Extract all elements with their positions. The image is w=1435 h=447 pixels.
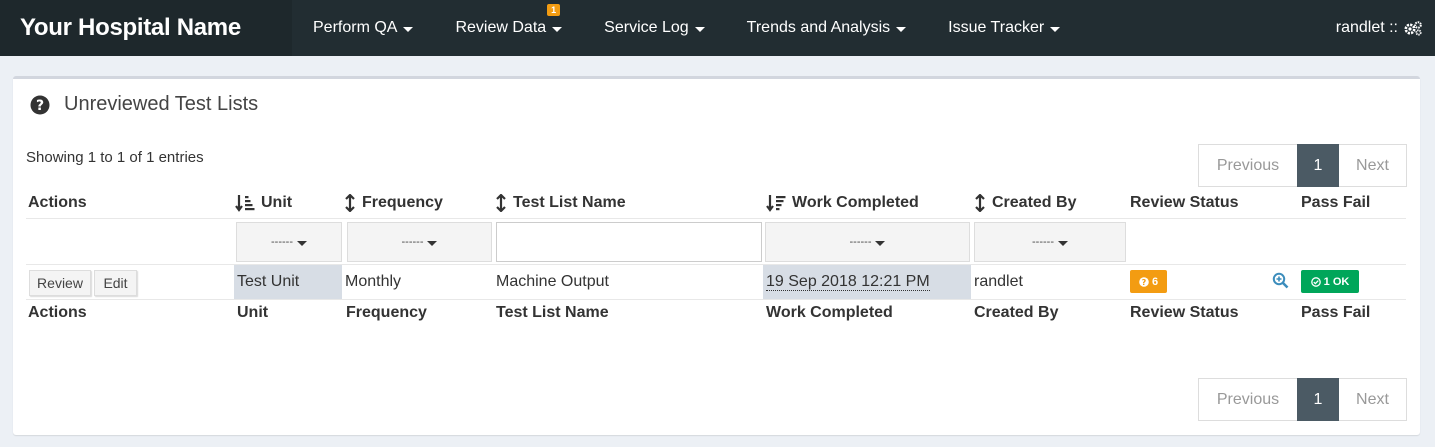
next-page-button[interactable]: Next: [1339, 144, 1407, 187]
work-completed-filter-select[interactable]: ------: [765, 222, 970, 262]
nav-perform-qa[interactable]: Perform QA: [292, 0, 434, 56]
cell-unit: Test Unit: [234, 265, 342, 299]
review-button[interactable]: Review: [29, 270, 91, 296]
footer-frequency: Frequency: [346, 304, 427, 321]
pagination-top: Previous 1 Next: [1198, 144, 1407, 187]
header-pass-fail: Pass Fail: [1301, 194, 1371, 211]
work-completed-date[interactable]: 19 Sep 2018 12:21 PM: [766, 273, 930, 291]
header-created-by-label: Created By: [992, 194, 1077, 211]
frequency-filter-value: ------: [401, 236, 424, 248]
nav-perform-qa-label: Perform QA: [313, 19, 398, 36]
caret-down-icon: [896, 26, 907, 32]
user-name: randlet ::: [1335, 19, 1398, 36]
user-menu[interactable]: randlet ::: [1336, 0, 1423, 56]
footer-created-by: Created By: [974, 304, 1059, 321]
header-divider: [26, 218, 1406, 219]
sort-both-icon: [496, 194, 506, 212]
check-circle-icon: [1310, 276, 1321, 287]
header-work-completed-label: Work Completed: [792, 194, 919, 211]
panel-title: ? Unreviewed Test Lists: [30, 93, 258, 116]
filter-divider: [26, 264, 1406, 265]
cell-work-completed: 19 Sep 2018 12:21 PM: [763, 265, 971, 299]
work-completed-filter-value: ------: [849, 236, 872, 248]
unit-filter-select[interactable]: ------: [236, 222, 342, 262]
header-test-list-name[interactable]: Test List Name: [495, 194, 626, 212]
footer-unit: Unit: [237, 304, 269, 321]
nav-service-log-label: Service Log: [604, 19, 689, 36]
test-list-name-filter-input[interactable]: [496, 222, 762, 262]
entries-info: Showing 1 to 1 of 1 entries: [26, 149, 204, 166]
cogs-icon: [1404, 21, 1422, 36]
edit-button[interactable]: Edit: [94, 270, 137, 296]
header-frequency-label: Frequency: [362, 194, 443, 211]
cell-created-by: randlet: [974, 273, 1023, 290]
unreviewed-test-lists-panel: ? Unreviewed Test Lists Showing 1 to 1 o…: [13, 76, 1420, 435]
question-circle-icon: ?: [1139, 276, 1149, 287]
sort-descending-icon: [766, 195, 786, 212]
nav-trends-analysis[interactable]: Trends and Analysis: [726, 0, 927, 56]
caret-down-icon: [552, 26, 563, 32]
brand-logo[interactable]: Your Hospital Name: [0, 0, 292, 56]
zoom-in-icon[interactable]: [1272, 272, 1289, 289]
frequency-filter-select[interactable]: ------: [347, 222, 492, 262]
header-work-completed[interactable]: Work Completed: [766, 194, 919, 212]
created-by-filter-value: ------: [1032, 236, 1054, 248]
cell-test-list-name: Machine Output: [496, 273, 609, 290]
pass-fail-badge: 1 OK: [1301, 270, 1359, 293]
footer-test-list-name: Test List Name: [496, 304, 609, 321]
footer-actions: Actions: [28, 304, 87, 321]
review-status-badge: ? 6: [1130, 270, 1167, 293]
previous-page-button[interactable]: Previous: [1198, 378, 1297, 421]
panel-title-text: Unreviewed Test Lists: [64, 93, 259, 115]
pagination-bottom: Previous 1 Next: [1198, 378, 1407, 421]
caret-down-icon: [296, 240, 307, 246]
row-divider: [26, 299, 1406, 300]
nav-issue-tracker-label: Issue Tracker: [948, 19, 1045, 36]
next-page-button[interactable]: Next: [1339, 378, 1407, 421]
caret-down-icon: [1050, 26, 1061, 32]
caret-down-icon: [1057, 240, 1068, 246]
header-created-by[interactable]: Created By: [974, 194, 1076, 212]
top-navbar: Your Hospital Name Perform QA Review Dat…: [0, 0, 1435, 56]
caret-down-icon: [403, 26, 414, 32]
footer-work-completed: Work Completed: [766, 304, 893, 321]
footer-pass-fail: Pass Fail: [1301, 304, 1371, 321]
nav-trends-analysis-label: Trends and Analysis: [746, 19, 891, 36]
nav-review-data-label: Review Data: [455, 19, 547, 36]
sort-both-icon: [345, 194, 355, 212]
page-1-button[interactable]: 1: [1297, 144, 1339, 187]
caret-down-icon: [694, 26, 705, 32]
sort-both-icon: [975, 194, 985, 212]
created-by-filter-select[interactable]: ------: [974, 222, 1126, 262]
header-actions: Actions: [28, 194, 87, 211]
nav-service-log[interactable]: Service Log: [583, 0, 726, 56]
pass-fail-text: 1 OK: [1323, 275, 1350, 288]
nav-review-data[interactable]: Review Data 1: [434, 0, 583, 56]
footer-review-status: Review Status: [1130, 304, 1239, 321]
caret-down-icon: [427, 240, 438, 246]
caret-down-icon: [875, 240, 886, 246]
header-unit[interactable]: Unit: [235, 194, 292, 212]
svg-text:?: ?: [36, 98, 44, 114]
question-circle-icon: ?: [30, 95, 50, 114]
header-review-status: Review Status: [1130, 194, 1239, 211]
page-1-button[interactable]: 1: [1297, 378, 1339, 421]
svg-text:?: ?: [1142, 278, 1147, 287]
header-test-list-name-label: Test List Name: [513, 194, 626, 211]
sort-ascending-icon: [235, 195, 255, 212]
header-unit-label: Unit: [261, 194, 293, 211]
review-status-count: 6: [1151, 275, 1159, 288]
unit-filter-value: ------: [271, 236, 293, 248]
review-data-badge: 1: [547, 4, 561, 16]
cell-frequency: Monthly: [345, 273, 402, 290]
nav-issue-tracker[interactable]: Issue Tracker: [927, 0, 1081, 56]
header-frequency[interactable]: Frequency: [344, 194, 443, 212]
previous-page-button[interactable]: Previous: [1198, 144, 1297, 187]
